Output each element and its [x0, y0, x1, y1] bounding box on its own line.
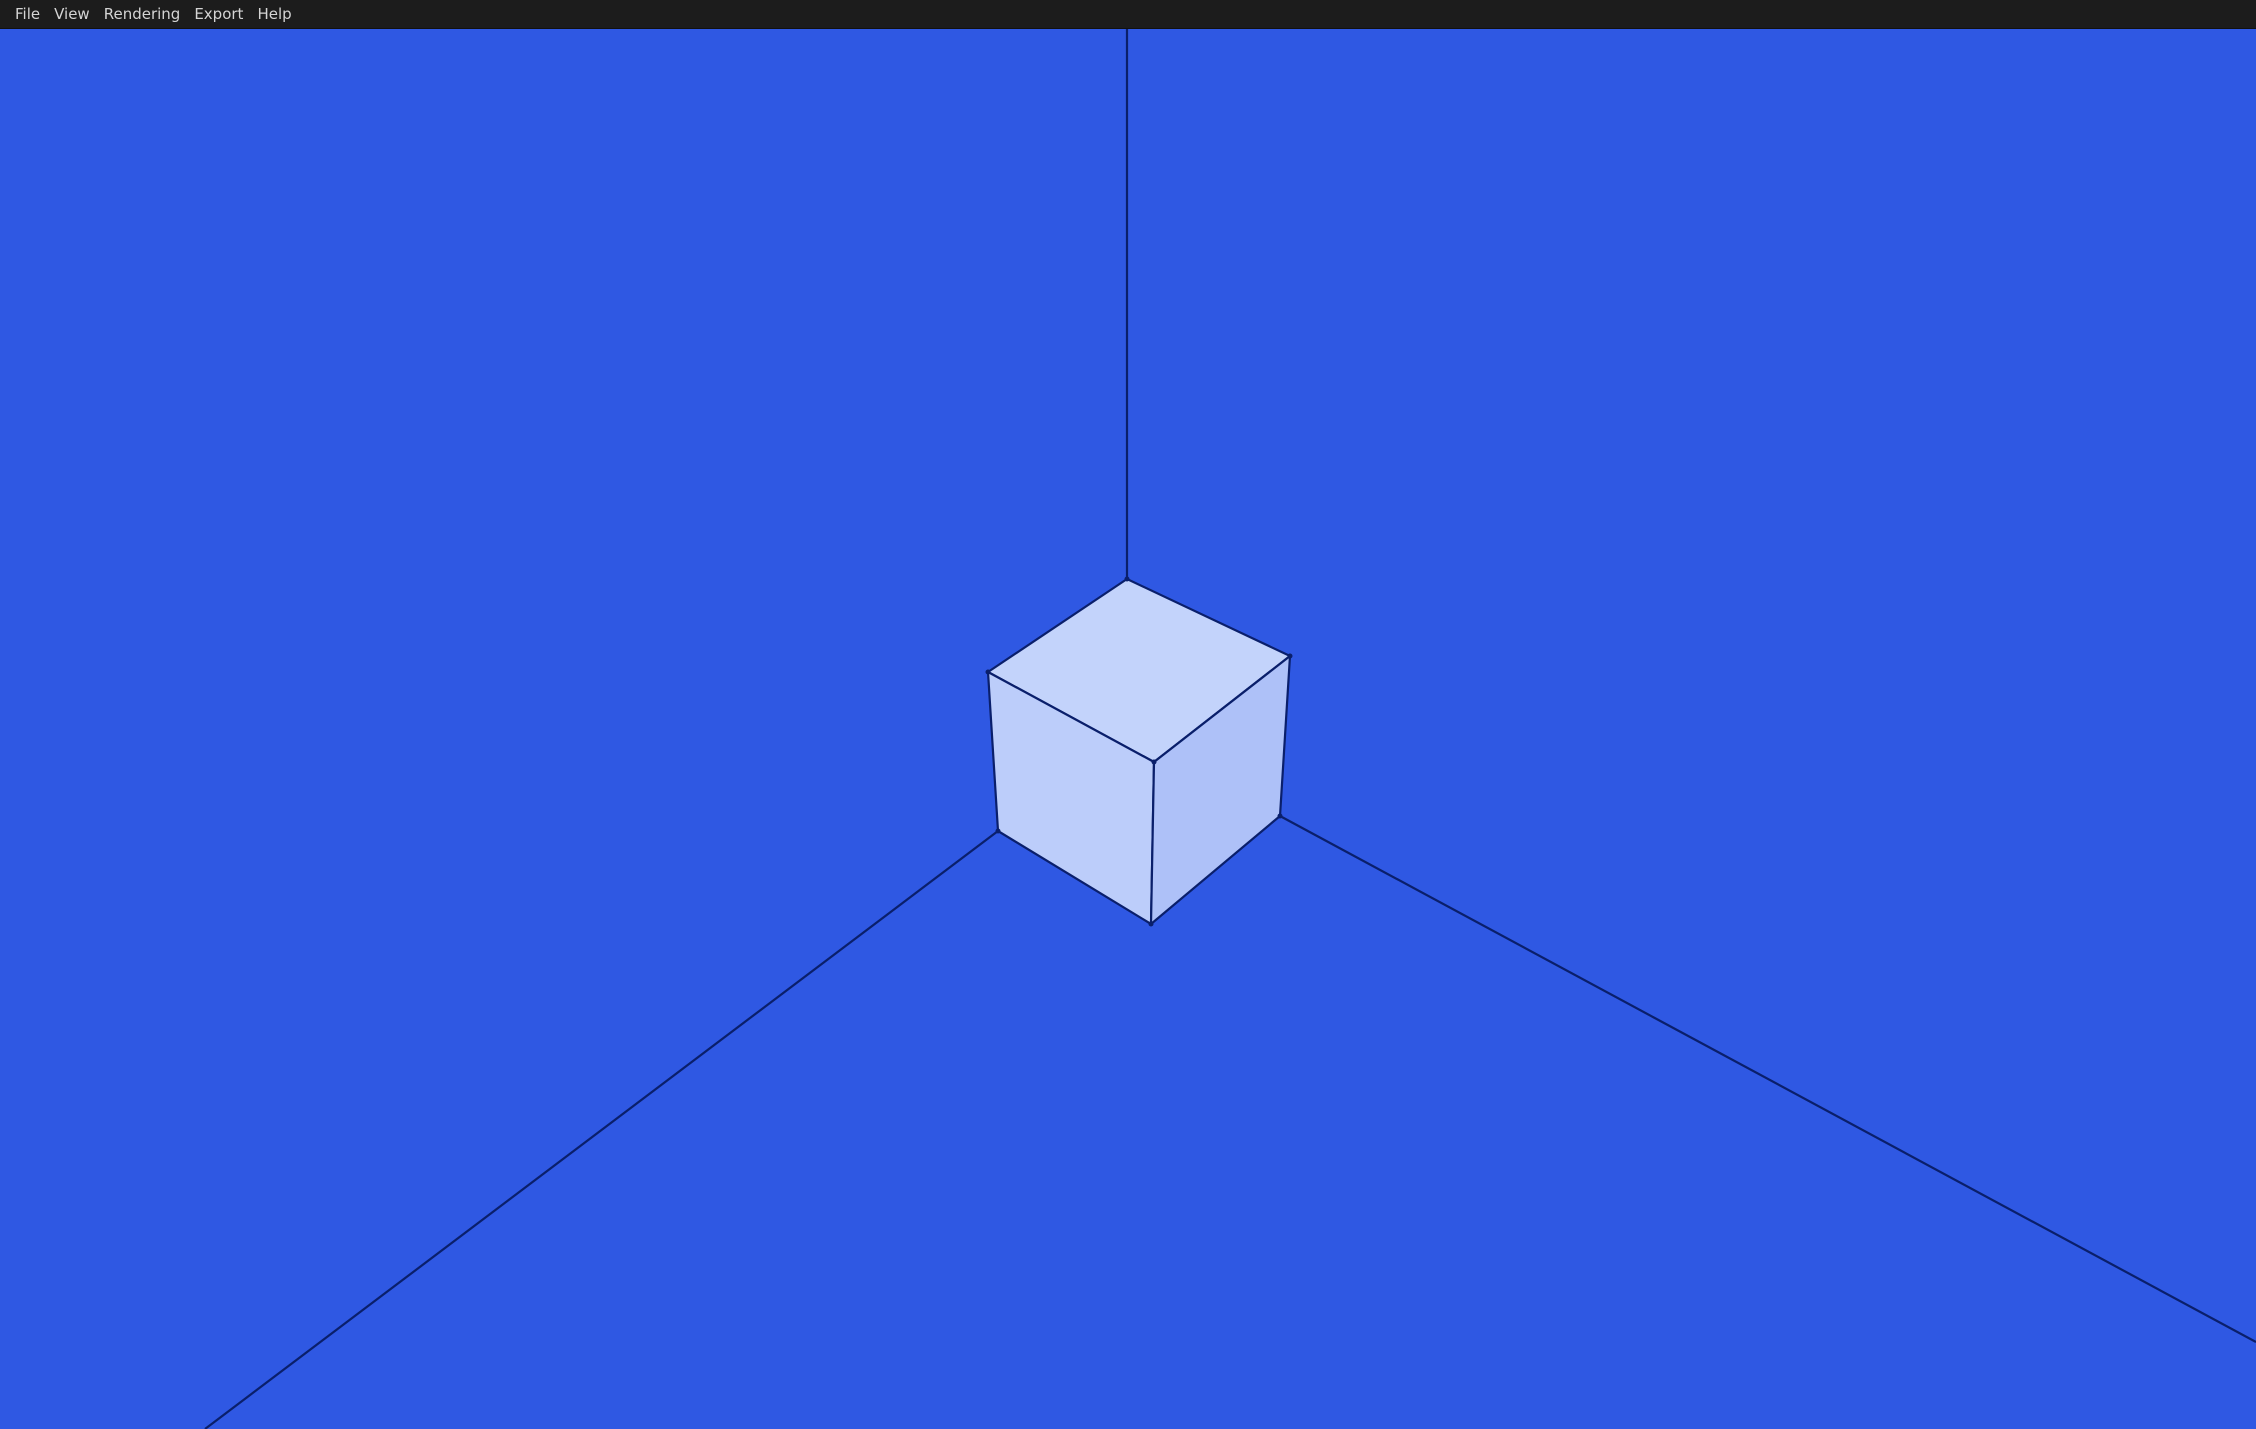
menu-help[interactable]: Help: [250, 0, 298, 29]
menu-view[interactable]: View: [47, 0, 97, 29]
menu-file[interactable]: File: [8, 0, 47, 29]
cube-vertex: [1287, 653, 1293, 659]
cube-vertex: [1151, 759, 1157, 765]
cube-vertex: [995, 828, 1001, 834]
menu-bar: File View Rendering Export Help: [0, 0, 2256, 29]
3d-viewport[interactable]: [0, 29, 2256, 1429]
cube-vertex: [1124, 576, 1130, 582]
cube-vertex: [1148, 921, 1154, 927]
viewport-canvas[interactable]: [0, 29, 2256, 1429]
menu-rendering[interactable]: Rendering: [97, 0, 188, 29]
cube-vertex: [1277, 813, 1283, 819]
menu-export[interactable]: Export: [187, 0, 250, 29]
cube-vertex: [985, 669, 991, 675]
